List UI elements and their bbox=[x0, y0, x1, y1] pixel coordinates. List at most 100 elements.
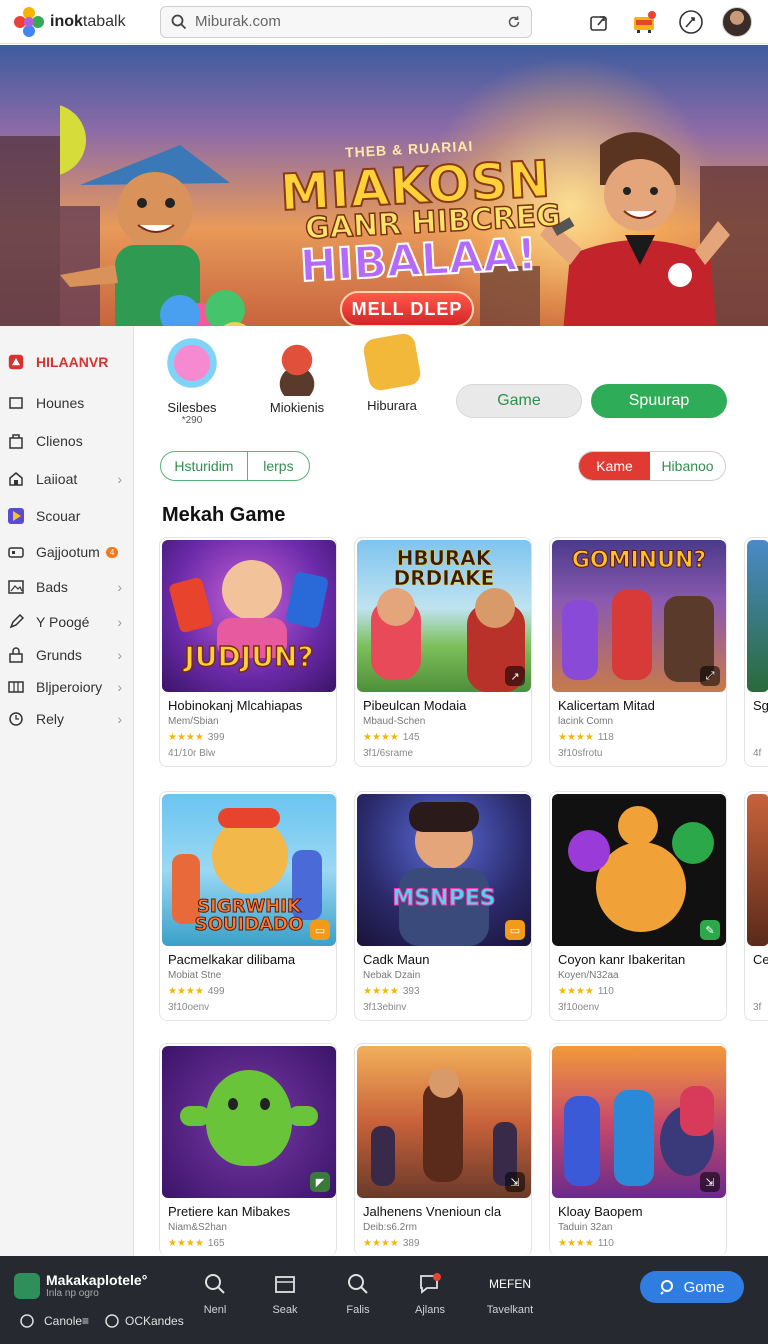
nav-item-tavelkant[interactable]: MEFEN Tavelkant bbox=[480, 1270, 540, 1316]
game-rating: ★★★★ 145 bbox=[363, 732, 420, 743]
logo-text: inoktabalk bbox=[50, 13, 126, 31]
game-pill-button[interactable]: Game bbox=[456, 384, 582, 418]
rating-count: 110 bbox=[597, 1238, 614, 1249]
clock-icon bbox=[8, 711, 24, 727]
category-silesbes[interactable]: Silesbes *290 bbox=[152, 336, 232, 426]
search-input[interactable]: Miburak.com bbox=[195, 13, 507, 30]
game-card[interactable]: GOMINUN? ⤢ Kalicertam Mitad lacink Comn … bbox=[549, 537, 727, 767]
game-studio: Taduin 32an bbox=[558, 1222, 613, 1233]
corner-badge-icon: ⤢ bbox=[700, 666, 720, 686]
game-card[interactable]: ✎ Coyon kanr Ibakeritan Koyen/N32aa ★★★★… bbox=[549, 791, 727, 1021]
game-card[interactable]: ⇲ Jalhenens Vnenioun cla Deib:s6.2rm ★★★… bbox=[354, 1043, 532, 1256]
game-card-peek[interactable]: Sg 4f bbox=[744, 537, 768, 767]
game-thumbnail: ✎ bbox=[552, 794, 726, 946]
gift-store-icon[interactable] bbox=[630, 7, 660, 37]
footer-label: OCKandes bbox=[125, 1314, 184, 1328]
search-bar[interactable]: Miburak.com bbox=[160, 5, 532, 38]
game-card[interactable]: JUDJUN? Hobinokanj Mlcahiapas Mem/Sbian … bbox=[159, 537, 337, 767]
filter-tab[interactable]: Hibanoo bbox=[650, 452, 725, 480]
sidebar: HILAANVR Hounes Clienos Laiioat › Scouar… bbox=[0, 326, 134, 1256]
nav-label: Ajlans bbox=[415, 1304, 445, 1316]
category-fox-icon bbox=[267, 336, 327, 396]
app-name: Makakaplotele° bbox=[46, 1272, 148, 1288]
folder-icon bbox=[255, 1270, 315, 1298]
sidebar-item-clienos[interactable]: Clienos bbox=[0, 426, 134, 456]
nav-item-seak[interactable]: Seak bbox=[255, 1270, 315, 1316]
rating-stars: ★★★★ bbox=[168, 732, 204, 743]
game-card[interactable]: ⇲ Kloay Baopem Taduin 32an ★★★★ 110 bbox=[549, 1043, 727, 1256]
sidebar-item-home[interactable]: HILAANVR bbox=[0, 347, 134, 377]
game-rating: ★★★★ 399 bbox=[168, 732, 225, 743]
share-icon[interactable] bbox=[584, 7, 614, 37]
nav-item-ajlans[interactable]: Ajlans bbox=[400, 1270, 460, 1316]
top-bar: inoktabalk Miburak.com bbox=[0, 0, 768, 44]
sidebar-item-laiioat[interactable]: Laiioat › bbox=[0, 464, 134, 494]
game-title: Coyon kanr Ibakeritan bbox=[558, 952, 686, 967]
game-title: Hobinokanj Mlcahiapas bbox=[168, 698, 303, 713]
sidebar-item-label: Bljperoiory bbox=[36, 679, 103, 695]
chevron-right-icon: › bbox=[117, 647, 122, 663]
game-thumbnail: HBURAK DRDIAKE ↗ bbox=[357, 540, 531, 692]
rating-count: 393 bbox=[402, 986, 420, 997]
game-rating: ★★★★ 393 bbox=[363, 986, 420, 997]
rating-count: 389 bbox=[402, 1238, 420, 1249]
bottom-app-badge[interactable]: Makakaplotele° Inla np ogro bbox=[14, 1272, 147, 1299]
game-card[interactable]: MSNPES ▭ Cadk Maun Nebak Dzain ★★★★ 393 3… bbox=[354, 791, 532, 1021]
image-icon bbox=[8, 579, 24, 595]
game-title: Cadk Maun bbox=[363, 952, 430, 967]
logo-rest: tabalk bbox=[82, 12, 126, 30]
signup-pill-button[interactable]: Spuurap bbox=[591, 384, 727, 418]
sidebar-item-label: Laiioat bbox=[36, 471, 78, 487]
nav-item-nenl[interactable]: Nenl bbox=[185, 1270, 245, 1316]
game-thumbnail: GOMINUN? ⤢ bbox=[552, 540, 726, 692]
sidebar-item-ypooge[interactable]: Y Poogé › bbox=[0, 607, 134, 637]
sidebar-item-bads[interactable]: Bads › bbox=[0, 572, 134, 602]
app-subtitle: Inla np ogro bbox=[46, 1288, 99, 1299]
rating-stars: ★★★★ bbox=[558, 1238, 594, 1249]
game-card[interactable]: HBURAK DRDIAKE ↗ Pibeulcan Modaia Mbaud-… bbox=[354, 537, 532, 767]
sidebar-item-grunds[interactable]: Grunds › bbox=[0, 640, 134, 670]
app-logo[interactable]: inoktabalk bbox=[14, 6, 154, 37]
category-hiburara[interactable]: Hiburara bbox=[352, 331, 432, 413]
hero-cta-button[interactable]: MELL DLEP bbox=[340, 291, 474, 326]
refresh-icon[interactable] bbox=[507, 15, 521, 29]
sidebar-item-scouar[interactable]: Scouar bbox=[0, 501, 134, 531]
rating-stars: ★★★★ bbox=[168, 986, 204, 997]
game-card[interactable]: SIGRWHIK SOUIDADO ▭ Pacmelkakar dilibama… bbox=[159, 791, 337, 1021]
category-label: Miokienis bbox=[269, 400, 325, 415]
sidebar-item-bljperoiory[interactable]: Bljperoiory › bbox=[0, 672, 134, 702]
filter-tab-active[interactable]: Kame bbox=[579, 452, 651, 480]
filter-group-right: Kame Hibanoo bbox=[578, 451, 726, 481]
lock-icon bbox=[8, 647, 24, 663]
user-avatar[interactable] bbox=[722, 6, 752, 37]
game-rating: ★★★★ 110 bbox=[558, 986, 614, 997]
thumbnail-title: GOMINUN? bbox=[571, 548, 707, 574]
sidebar-item-label: Scouar bbox=[36, 508, 81, 524]
game-cta-button[interactable]: Gome bbox=[640, 1271, 744, 1303]
game-studio: Nebak Dzain bbox=[363, 970, 421, 981]
nav-item-falis[interactable]: Falis bbox=[328, 1270, 388, 1316]
game-meta: 3f bbox=[753, 1002, 762, 1013]
sidebar-item-gajjootum[interactable]: Gajjootum 4 bbox=[0, 537, 134, 567]
game-studio: Mobiat Stne bbox=[168, 970, 222, 981]
category-label: Hiburara bbox=[367, 398, 417, 413]
rating-count: 145 bbox=[402, 732, 420, 743]
footer-link-left[interactable]: Canole≡ bbox=[20, 1314, 89, 1328]
sidebar-item-rely[interactable]: Rely › bbox=[0, 704, 134, 734]
sidebar-item-hounes[interactable]: Hounes bbox=[0, 388, 134, 418]
filter-tab[interactable]: lerps bbox=[248, 452, 309, 480]
chat-notification-icon bbox=[400, 1270, 460, 1298]
filter-tab[interactable]: Hsturidim bbox=[161, 452, 248, 480]
profile-settings-icon[interactable] bbox=[676, 7, 706, 37]
game-studio: Mbaud-Schen bbox=[363, 716, 426, 727]
footer-link-right[interactable]: OCKandes bbox=[105, 1314, 184, 1328]
game-meta: 3f10oenv bbox=[168, 1002, 210, 1013]
game-card[interactable]: ◤ Pretiere kan Mibakes Niam&S2han ★★★★ 16… bbox=[159, 1043, 337, 1256]
hero-banner[interactable]: THEB & RUARIAI MIAKOSN GANR HIBCREG HIBA… bbox=[0, 45, 768, 326]
search-icon bbox=[171, 14, 187, 29]
rating-count: 118 bbox=[597, 732, 614, 743]
game-rating: ★★★★ 499 bbox=[168, 986, 225, 997]
category-miokienis[interactable]: Miokienis bbox=[257, 336, 337, 415]
sidebar-item-label: Rely bbox=[36, 711, 65, 727]
game-card-peek[interactable]: Ce 3f bbox=[744, 791, 768, 1021]
